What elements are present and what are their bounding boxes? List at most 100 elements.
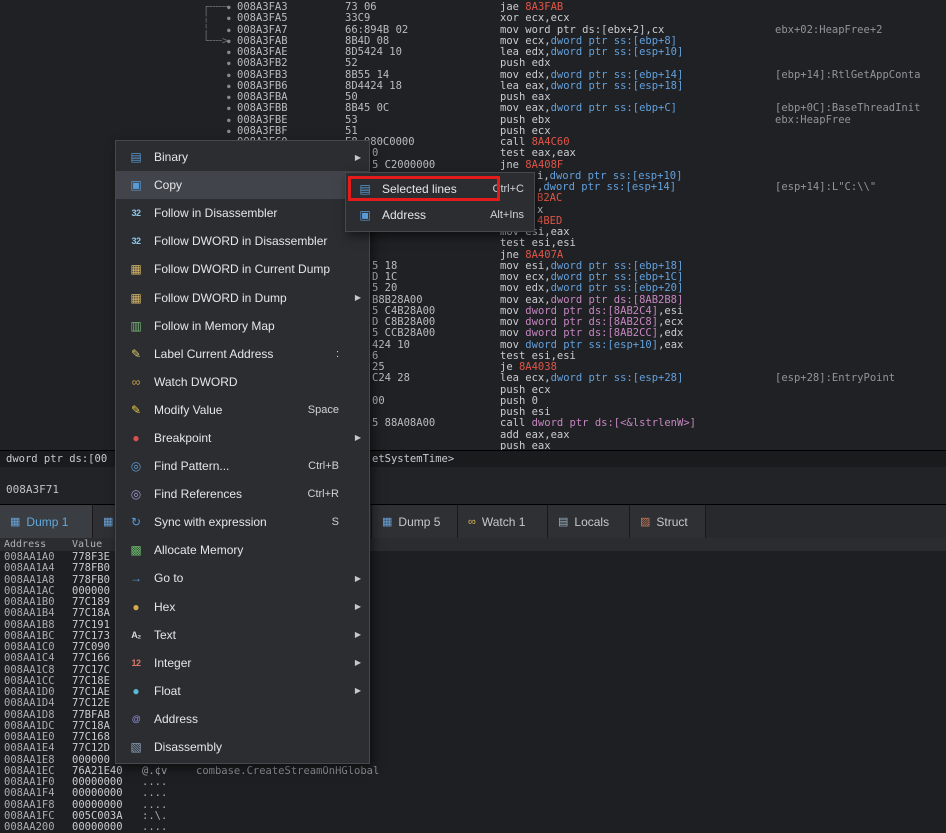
breakpoint-dot[interactable]: ● (227, 115, 231, 126)
menu-item-address[interactable]: @Address (116, 705, 369, 733)
breakpoint-dot[interactable]: ● (227, 92, 231, 103)
dump-value: 77C18A (72, 608, 110, 619)
menu-item-label: Find Pattern... (148, 459, 308, 473)
menu-item-label: Breakpoint (148, 431, 361, 445)
disasm-row[interactable]: ●008A3FBB8B45 0Cmov eax,dword ptr ss:[eb… (0, 103, 946, 114)
dump-row[interactable]: 008AA20000000000.... (0, 822, 946, 833)
menu-item-allocate-memory[interactable]: ▩Allocate Memory (116, 536, 369, 564)
instruction-segment: push 0 (500, 395, 538, 407)
disasm-row[interactable]: ●008A3FBF51push ecx (0, 126, 946, 137)
menu-item-find-pattern[interactable]: ◎Find Pattern...Ctrl+B (116, 452, 369, 480)
menu-item-find-references[interactable]: ◎Find ReferencesCtrl+R (116, 480, 369, 508)
disasm-row[interactable]: ●008A3FB68D4424 18lea eax,dword ptr ss:[… (0, 81, 946, 92)
breakpoint-dot[interactable]: ● (227, 81, 231, 92)
instruction-bytes-fragment: 5 C2000000 (372, 160, 435, 171)
menu-item-text[interactable]: A₂Text▶ (116, 621, 369, 649)
submenu-arrow-icon: ▶ (355, 630, 361, 639)
breakpoint-dot[interactable]: ● (227, 13, 231, 24)
instruction-segment: lea edx, (500, 46, 551, 58)
tab-locals[interactable]: ▤Locals (548, 505, 630, 538)
menu-item-float[interactable]: ●Float▶ (116, 677, 369, 705)
menu-item-label: Go to (148, 571, 361, 585)
disasm-row[interactable]: ●008A3FB252push edx (0, 58, 946, 69)
tab-dump-5[interactable]: ▦Dump 5 (372, 505, 458, 538)
instruction-bytes: 8B45 0C (345, 103, 389, 114)
submenu-arrow-icon: ▶ (355, 658, 361, 667)
menu-item-sync-with-expression[interactable]: ↻Sync with expressionS (116, 508, 369, 536)
menu-item-copy[interactable]: ▣Copy▶ (116, 171, 369, 199)
menu-item-follow-in-memory-map[interactable]: ▥Follow in Memory Map (116, 312, 369, 340)
disasm-row[interactable]: └╌╌>●008A3FAB8B4D 08mov ecx,dword ptr ss… (0, 36, 946, 47)
text-icon: A₂ (124, 630, 148, 640)
x64dbg-window: ┌╌╌╌●008A3FA373 06jae 8A3FAB╎●008A3FA533… (0, 0, 946, 833)
copy-icon: ▣ (124, 178, 148, 192)
follow-dword-in-dump-icon: ▦ (124, 291, 148, 305)
menu-item-disassembly[interactable]: ▧Disassembly (116, 733, 369, 761)
breakpoint-dot[interactable]: ● (227, 36, 231, 47)
instruction-bytes-fragment: 5 88A08A00 (372, 418, 435, 429)
instruction-segment: test esi,esi (500, 350, 576, 362)
annotation-highlight (348, 176, 500, 201)
breakpoint-icon: ● (124, 431, 148, 445)
menu-item-follow-dword-in-dump[interactable]: ▦Follow DWORD in Dump▶ (116, 283, 369, 311)
menu-item-label: Hex (148, 600, 361, 614)
instruction-comment: ebx+02:HeapFree+2 (775, 25, 882, 36)
menu-item-watch-dword[interactable]: ∞Watch DWORD (116, 368, 369, 396)
go-to-icon: → (124, 571, 148, 585)
breakpoint-dot[interactable]: ● (227, 103, 231, 114)
instruction-segment: 8A408F (525, 159, 563, 171)
tab-label: Locals (574, 515, 609, 529)
grid-icon: ▦ (382, 515, 392, 528)
disasm-row[interactable]: ┌╌╌╌●008A3FA373 06jae 8A3FAB (0, 2, 946, 13)
disasm-row[interactable]: ●008A3FAE8D5424 10lea edx,dword ptr ss:[… (0, 47, 946, 58)
instruction-segment: dword ptr ds:[8AB2CC] (525, 327, 658, 339)
instruction-segment: push edx (500, 57, 551, 69)
dump-row[interactable]: 008AA1F400000000.... (0, 788, 946, 799)
breakpoint-dot[interactable]: ● (227, 58, 231, 69)
breakpoint-dot[interactable]: ● (227, 47, 231, 58)
instruction-segment: 8A4038 (519, 361, 557, 373)
instruction-segment: jne (500, 249, 525, 261)
instruction-segment: dword ptr ss:[ebp+18] (551, 260, 684, 272)
menu-item-modify-value[interactable]: ✎Modify ValueSpace (116, 396, 369, 424)
menu-item-follow-dword-in-disassembler[interactable]: 32Follow DWORD in Disassembler (116, 227, 369, 255)
tab-dump-1[interactable]: ▦Dump 1 (0, 505, 93, 538)
breakpoint-dot[interactable]: ● (227, 70, 231, 81)
jump-tree: └╌╌> (203, 36, 228, 47)
disasm-row[interactable]: ╎●008A3FA766:894B 02mov word ptr ds:[ebx… (0, 25, 946, 36)
instruction-bytes: 52 (345, 58, 358, 69)
breakpoint-dot[interactable]: ● (227, 2, 231, 13)
instruction-segment: lea eax, (500, 80, 551, 92)
tab-struct[interactable]: ▨Struct (630, 505, 706, 538)
menu-item-hex[interactable]: ●Hex▶ (116, 593, 369, 621)
menu-item-label: Label Current Address (148, 347, 336, 361)
instruction-segment: test eax,eax (500, 147, 576, 159)
menu-item-binary[interactable]: ▤Binary▶ (116, 143, 369, 171)
breakpoint-dot[interactable]: ● (227, 126, 231, 137)
instruction-segment: ,esi (658, 305, 683, 317)
submenu-item-address[interactable]: ▣AddressAlt+Ins (346, 202, 534, 228)
menu-item-label: Follow DWORD in Current Dump (148, 262, 361, 276)
menu-item-follow-dword-in-current-dump[interactable]: ▦Follow DWORD in Current Dump (116, 255, 369, 283)
menu-item-breakpoint[interactable]: ●Breakpoint▶ (116, 424, 369, 452)
tab-label: Struct (656, 515, 687, 529)
dump-address: 008AA1D4 (4, 698, 55, 709)
menu-item-label: Follow DWORD in Disassembler (148, 234, 361, 248)
grid-icon: ▦ (10, 515, 20, 528)
disasm-row[interactable]: ●008A3FBE53push ebxebx:HeapFree (0, 115, 946, 126)
instruction-segment: 8A407A (525, 249, 563, 261)
follow-dword-in-current-dump-icon: ▦ (124, 262, 148, 276)
follow-in-disassembler-icon: 32 (124, 208, 148, 218)
menu-item-label-current-address[interactable]: ✎Label Current Address: (116, 340, 369, 368)
menu-shortcut: : (336, 348, 361, 360)
menu-item-go-to[interactable]: →Go to▶ (116, 564, 369, 592)
instruction-segment: mov edx, (500, 69, 551, 81)
tab-watch-1[interactable]: ∞Watch 1 (458, 505, 548, 538)
menu-item-label: Disassembly (148, 740, 361, 754)
menu-item-integer[interactable]: 12Integer▶ (116, 649, 369, 677)
menu-item-follow-in-disassembler[interactable]: 32Follow in Disassembler (116, 199, 369, 227)
instruction-segment: mov edx, (500, 282, 551, 294)
disasm-row[interactable]: ●008A3FB38B55 14mov edx,dword ptr ss:[eb… (0, 70, 946, 81)
instruction-bytes-fragment: 5 20 (372, 283, 397, 294)
disasm-row[interactable]: ╎●008A3FA533C9xor ecx,ecx (0, 13, 946, 24)
